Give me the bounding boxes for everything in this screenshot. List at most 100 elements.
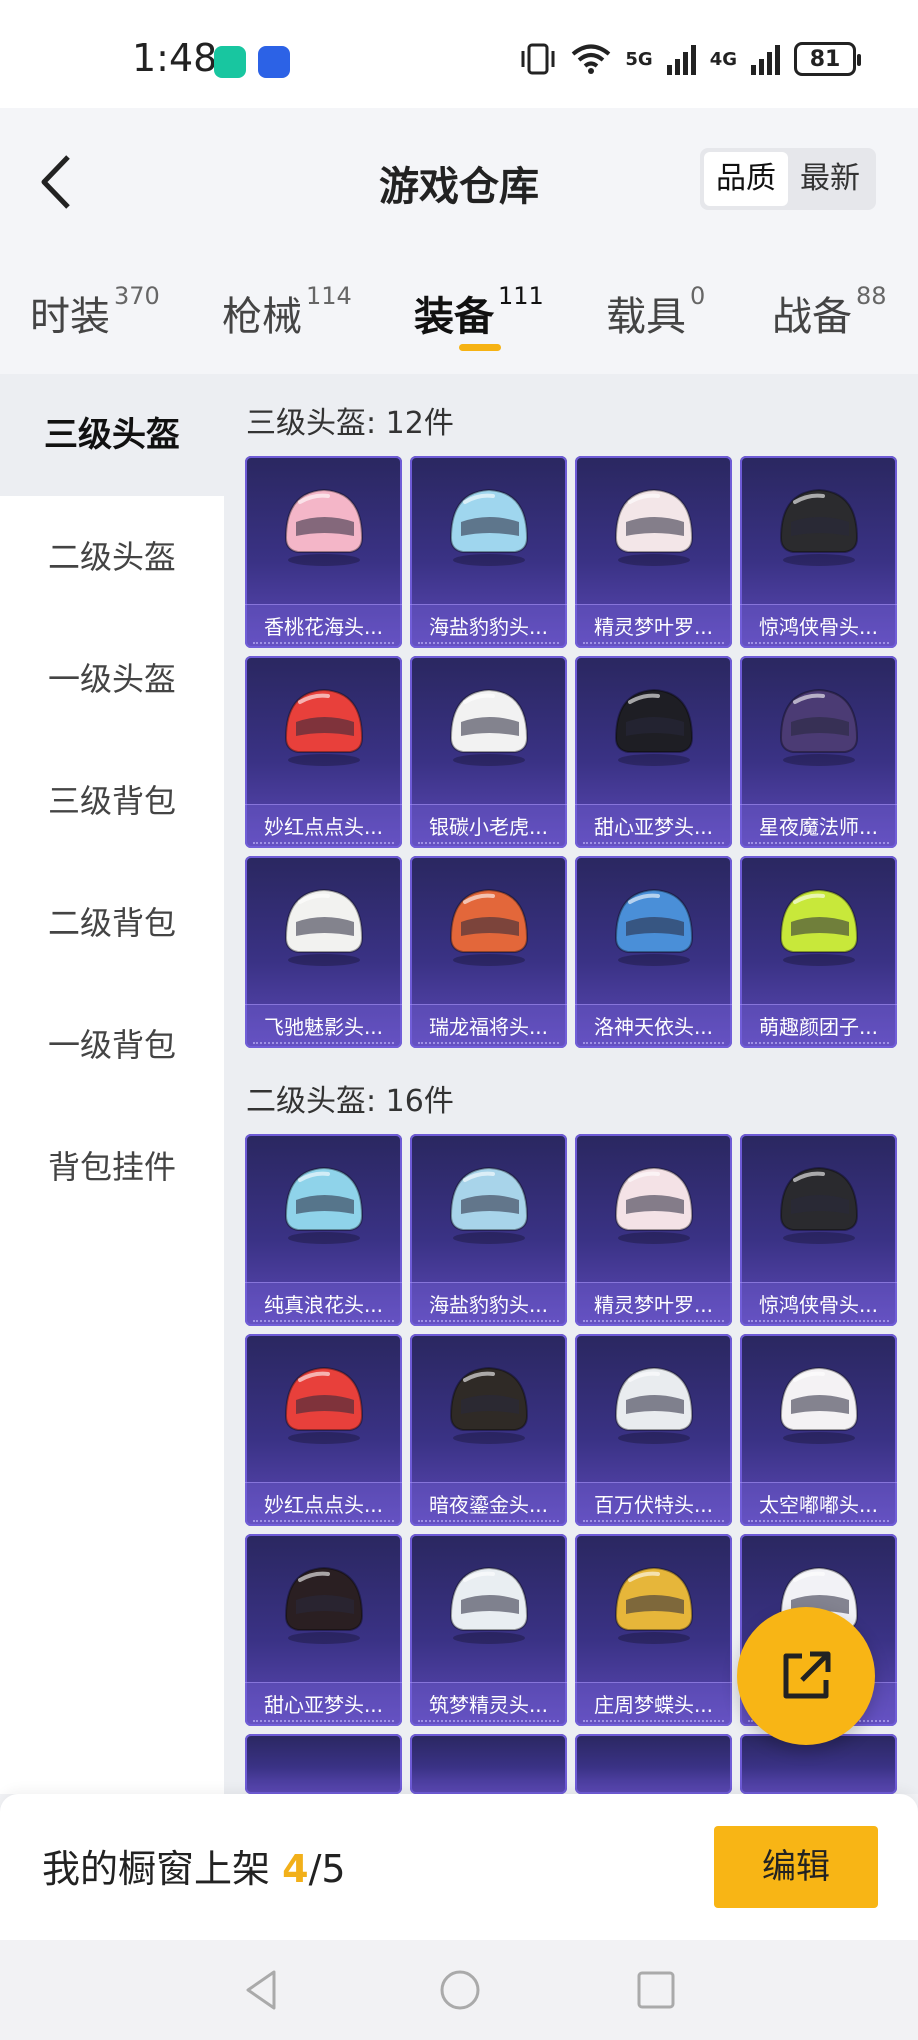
header: 游戏仓库 品质 最新 [0,108,918,254]
item-name: 太空嘟嘟头... [740,1482,897,1526]
helmet-image [410,1534,567,1674]
item-card[interactable]: 海盐豹豹头... [410,1134,567,1326]
sidebar-item-level1-backpack[interactable]: 一级背包 [0,984,224,1106]
item-card-partial[interactable] [575,1734,732,1794]
item-name: 百万伏特头... [575,1482,732,1526]
item-name: 惊鸿侠骨头... [740,604,897,648]
sort-quality-button[interactable]: 品质 [704,152,788,206]
nav-home-icon[interactable] [438,1968,482,2012]
card-divider [748,1040,889,1044]
item-name: 瑞龙福将头... [410,1004,567,1048]
card-divider [748,1318,889,1322]
tab-fashion[interactable]: 时装 370 [30,282,160,342]
helmet-image [575,1334,732,1474]
item-card[interactable]: 惊鸿侠骨头... [740,456,897,648]
wifi-icon [572,44,611,74]
item-card[interactable]: 筑梦精灵头... [410,1534,567,1726]
sidebar-item-level2-helmet[interactable]: 二级头盔 [0,496,224,618]
item-name: 银碳小老虎... [410,804,567,848]
item-name: 庄周梦蝶头... [575,1682,732,1726]
nav-back-icon[interactable] [240,1968,284,2012]
item-card[interactable]: 太空嘟嘟头... [740,1334,897,1526]
vibrate-icon [521,43,555,75]
system-nav-bar [0,1940,918,2040]
sidebar-item-level2-backpack[interactable]: 二级背包 [0,862,224,984]
item-name: 妙红点点头... [245,1482,402,1526]
tab-guns[interactable]: 枪械 114 [222,282,352,342]
item-card[interactable]: 暗夜鎏金头... [410,1334,567,1526]
nav-recents-icon[interactable] [634,1968,678,2012]
item-card[interactable]: 庄周梦蝶头... [575,1534,732,1726]
item-card[interactable]: 银碳小老虎... [410,656,567,848]
section-title-level2: 二级头盔: 16件 [246,1084,454,1119]
item-grid-level3: 香桃花海头... 海盐豹豹头... 精灵梦叶罗... 惊鸿侠骨头... 妙红点点头...… [224,456,918,1048]
helmet-image [740,656,897,796]
helmet-image [410,456,567,596]
card-divider [748,640,889,644]
sidebar-item-level3-helmet[interactable]: 三级头盔 [0,374,224,496]
helmet-image [245,1534,402,1674]
tab-count: 114 [306,282,352,310]
tab-label: 战备 [772,294,852,340]
item-card[interactable]: 飞驰魅影头... [245,856,402,1048]
card-divider [253,1518,394,1522]
sort-toggle: 品质 最新 [700,148,876,210]
signal-4g-icon [751,43,780,75]
item-name: 萌趣颜团子... [740,1004,897,1048]
item-name: 暗夜鎏金头... [410,1482,567,1526]
tab-label: 时装 [30,294,110,340]
item-name: 海盐豹豹头... [410,604,567,648]
item-card-partial[interactable] [245,1734,402,1794]
item-card[interactable]: 精灵梦叶罗... [575,1134,732,1326]
item-card[interactable]: 惊鸿侠骨头... [740,1134,897,1326]
helmet-image [740,1334,897,1474]
item-card[interactable]: 星夜魔法师... [740,656,897,848]
tab-gear[interactable]: 战备 88 [772,282,887,342]
item-card[interactable]: 海盐豹豹头... [410,456,567,648]
helmet-image [575,1134,732,1274]
back-button[interactable] [28,150,82,214]
showcase-bar: 我的橱窗上架 4/5 编辑 [0,1794,918,1940]
tab-vehicles[interactable]: 载具 0 [606,282,705,342]
card-divider [253,1318,394,1322]
card-divider [418,1718,559,1722]
helmet-image [740,1134,897,1274]
card-divider [583,1718,724,1722]
network-4g-label: 4G [709,48,737,70]
item-card[interactable]: 瑞龙福将头... [410,856,567,1048]
card-divider [583,840,724,844]
card-divider [583,1518,724,1522]
item-name: 甜心亚梦头... [575,804,732,848]
item-card[interactable]: 妙红点点头... [245,1334,402,1526]
share-icon [783,1651,831,1699]
sidebar-item-level1-helmet[interactable]: 一级头盔 [0,618,224,740]
card-divider [418,1040,559,1044]
signal-5g-icon [666,43,696,75]
card-divider [583,1318,724,1322]
edit-button[interactable]: 编辑 [714,1826,878,1908]
helmet-image [410,856,567,996]
item-card[interactable]: 萌趣颜团子... [740,856,897,1048]
item-card[interactable]: 精灵梦叶罗... [575,456,732,648]
item-card[interactable]: 妙红点点头... [245,656,402,848]
tab-equipment[interactable]: 装备 111 [414,282,544,342]
share-button[interactable] [737,1607,875,1745]
item-name: 精灵梦叶罗... [575,1282,732,1326]
item-card[interactable]: 香桃花海头... [245,456,402,648]
item-card[interactable]: 百万伏特头... [575,1334,732,1526]
item-name: 海盐豹豹头... [410,1282,567,1326]
sort-newest-button[interactable]: 最新 [788,152,872,206]
item-card[interactable]: 洛神天依头... [575,856,732,1048]
back-arrow-icon [41,155,70,209]
item-card-partial[interactable] [410,1734,567,1794]
item-name: 洛神天依头... [575,1004,732,1048]
card-divider [583,640,724,644]
item-card[interactable]: 甜心亚梦头... [575,656,732,848]
item-card[interactable]: 甜心亚梦头... [245,1534,402,1726]
sidebar-item-level3-backpack[interactable]: 三级背包 [0,740,224,862]
sidebar-item-backpack-pendant[interactable]: 背包挂件 [0,1106,224,1228]
item-card[interactable]: 纯真浪花头... [245,1134,402,1326]
item-name: 纯真浪花头... [245,1282,402,1326]
helmet-image [410,1134,567,1274]
status-time: 1:48 [132,36,218,80]
